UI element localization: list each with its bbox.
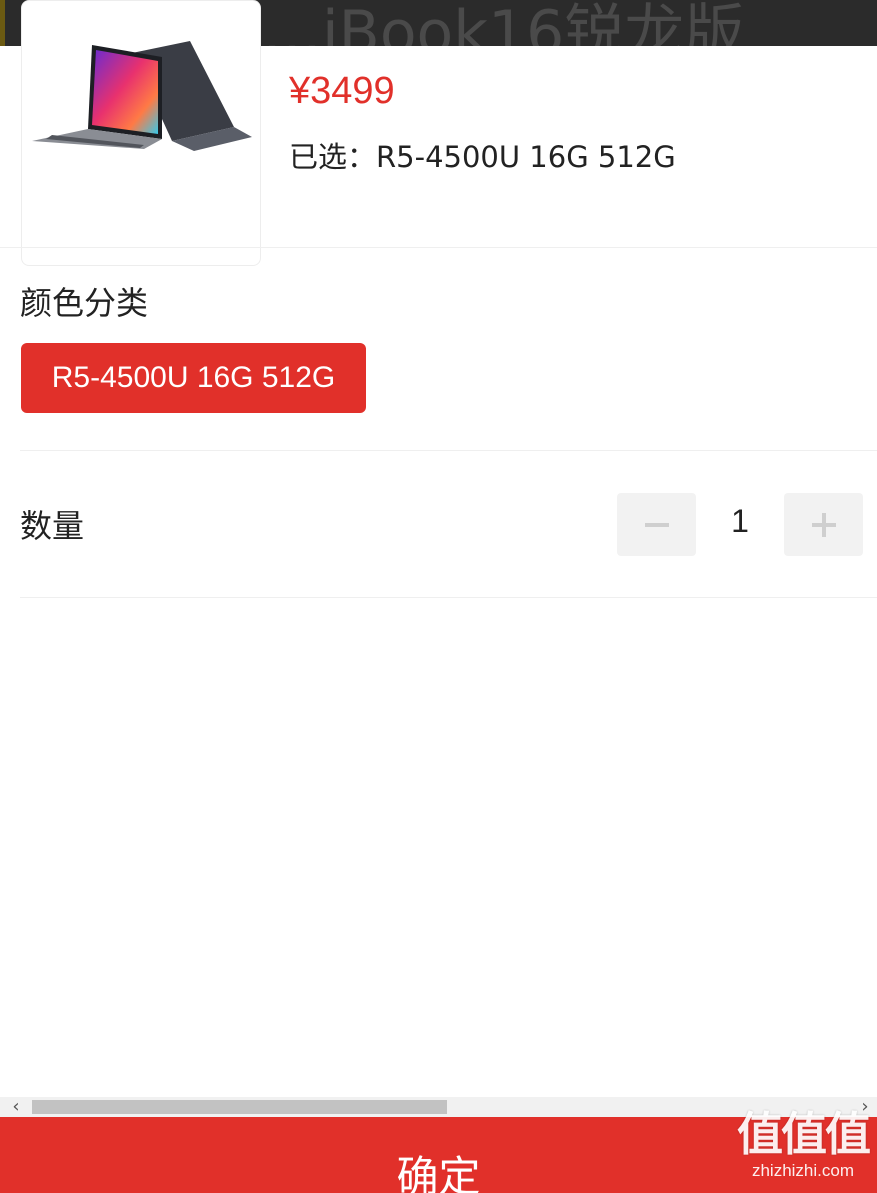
minus-icon [645, 523, 669, 527]
site-watermark: 值值值 zhizhizhi.com [737, 1107, 871, 1181]
watermark-domain: zhizhizhi.com [751, 1161, 855, 1180]
laptop-image [32, 41, 252, 151]
sku-selector-sheet: ¥3499 已选：R5-4500U 16G 512G 颜色分类 R5-4500U… [0, 0, 877, 1097]
watermark-logo: 值值值 [737, 1107, 871, 1161]
product-price: ¥3499 [289, 70, 395, 112]
scrollbar-thumb[interactable] [32, 1100, 447, 1114]
divider [0, 247, 877, 248]
quantity-value: 1 [731, 503, 749, 539]
quantity-decrease-button[interactable] [617, 493, 696, 556]
divider [20, 597, 877, 598]
color-section-title: 颜色分类 [20, 284, 149, 322]
quantity-increase-button[interactable] [784, 493, 863, 556]
color-option-selected[interactable]: R5-4500U 16G 512G [21, 343, 366, 413]
background-edge [0, 0, 5, 46]
divider [20, 450, 877, 451]
quantity-section-title: 数量 [20, 507, 85, 545]
product-thumbnail [21, 0, 261, 266]
background-page-title: …iBook16锐龙版 [262, 0, 745, 46]
scroll-left-arrow-icon[interactable]: ‹ [6, 1097, 26, 1117]
selected-spec-text: 已选：R5-4500U 16G 512G [289, 140, 676, 174]
